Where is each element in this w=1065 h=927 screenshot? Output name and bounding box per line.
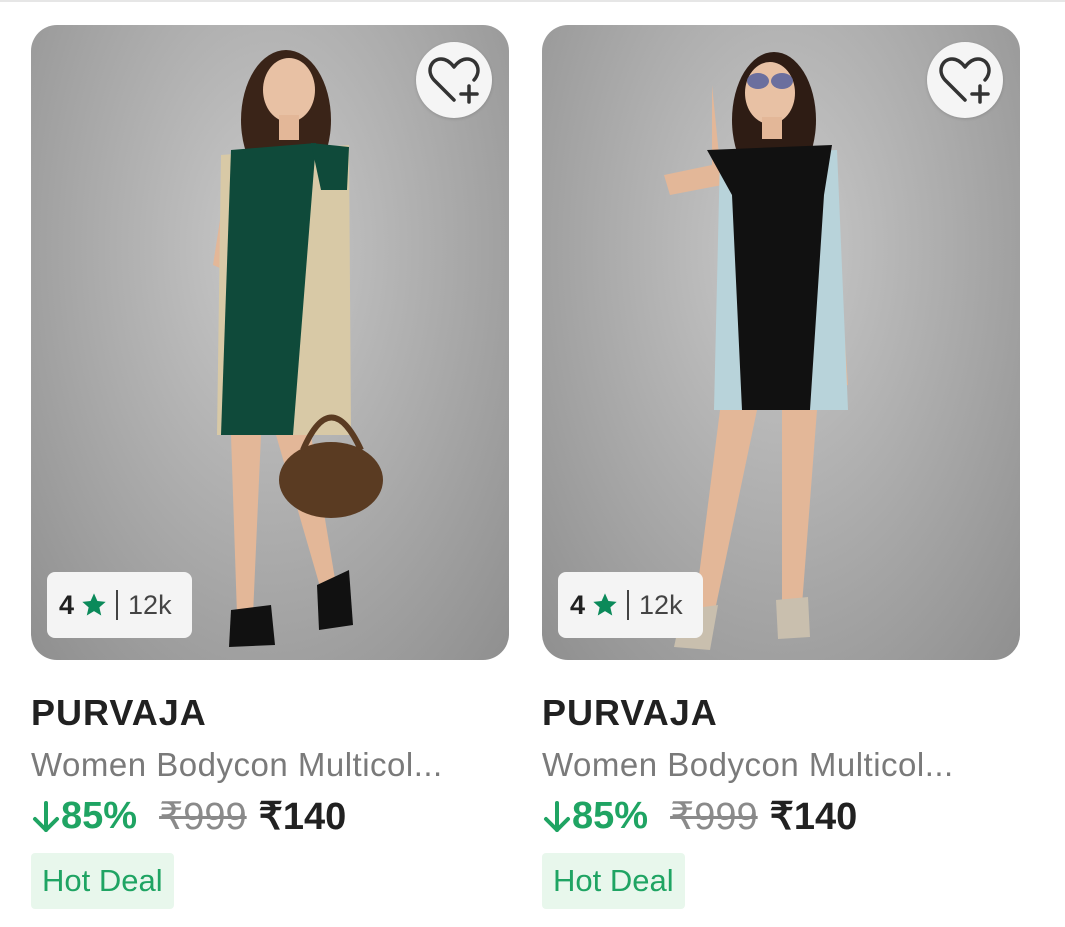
rating-divider <box>627 590 630 620</box>
arrow-down-icon <box>33 800 59 832</box>
hot-deal-badge: Hot Deal <box>542 853 685 909</box>
product-card[interactable]: 4 12k PURVAJA Women Bodycon Multicol... … <box>542 25 1020 909</box>
discount-percent: 85% <box>572 795 649 837</box>
model-photo <box>213 50 383 647</box>
heart-add-icon <box>428 57 480 104</box>
discount: 85% <box>542 795 648 838</box>
price-row: 85% ₹999 ₹140 <box>31 794 509 839</box>
product-title: Women Bodycon Multicol... <box>31 746 443 783</box>
product-image[interactable]: 4 12k <box>542 25 1020 660</box>
selling-price: ₹140 <box>258 796 347 838</box>
brand-name: PURVAJA <box>542 692 718 733</box>
star-icon <box>593 593 617 616</box>
price-row: 85% ₹999 ₹140 <box>542 794 1020 839</box>
selling-price: ₹140 <box>769 796 858 838</box>
rating-badge: 4 12k <box>558 572 703 638</box>
heart-add-icon <box>939 57 991 104</box>
hot-deal-badge: Hot Deal <box>31 853 174 909</box>
arrow-down-icon <box>544 800 570 832</box>
star-icon <box>82 593 106 616</box>
model-photo <box>664 52 848 650</box>
wishlist-button[interactable] <box>416 42 492 118</box>
rating-value: 4 <box>59 589 75 620</box>
original-price: ₹999 <box>159 796 247 838</box>
product-card[interactable]: 4 12k PURVAJA Women Bodycon Multicol... … <box>31 25 509 909</box>
rating-count: 12k <box>128 589 172 620</box>
brand-name: PURVAJA <box>31 692 207 733</box>
discount-percent: 85% <box>61 795 138 837</box>
product-image[interactable]: 4 12k <box>31 25 509 660</box>
rating-divider <box>116 590 119 620</box>
rating-value: 4 <box>570 589 586 620</box>
product-title: Women Bodycon Multicol... <box>542 746 954 783</box>
discount: 85% <box>31 795 137 838</box>
top-divider <box>0 0 1065 2</box>
wishlist-button[interactable] <box>927 42 1003 118</box>
original-price: ₹999 <box>670 796 758 838</box>
rating-badge: 4 12k <box>47 572 192 638</box>
rating-count: 12k <box>639 589 683 620</box>
